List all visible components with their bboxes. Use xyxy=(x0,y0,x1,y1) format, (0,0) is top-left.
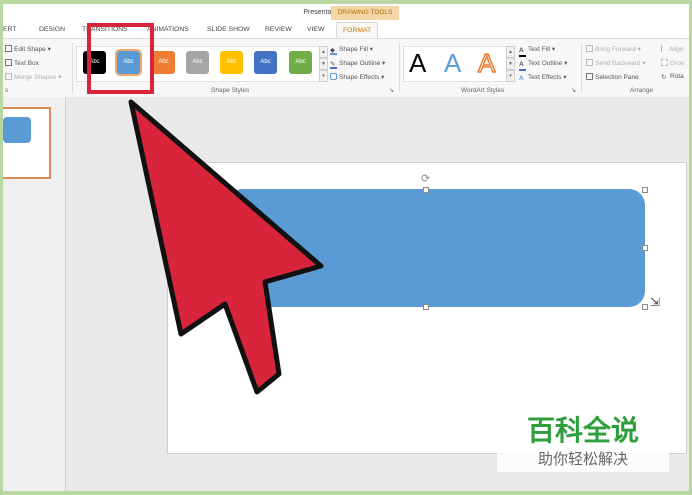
powerpoint-window: Presentation1 - PowerPoint DRAWING TOOLS… xyxy=(3,4,689,491)
watermark-title: 百科全说 xyxy=(526,414,639,447)
watermark: 百科全说 助你轻松解决 xyxy=(497,406,669,472)
watermark-subtitle: 助你轻松解决 xyxy=(537,450,628,468)
